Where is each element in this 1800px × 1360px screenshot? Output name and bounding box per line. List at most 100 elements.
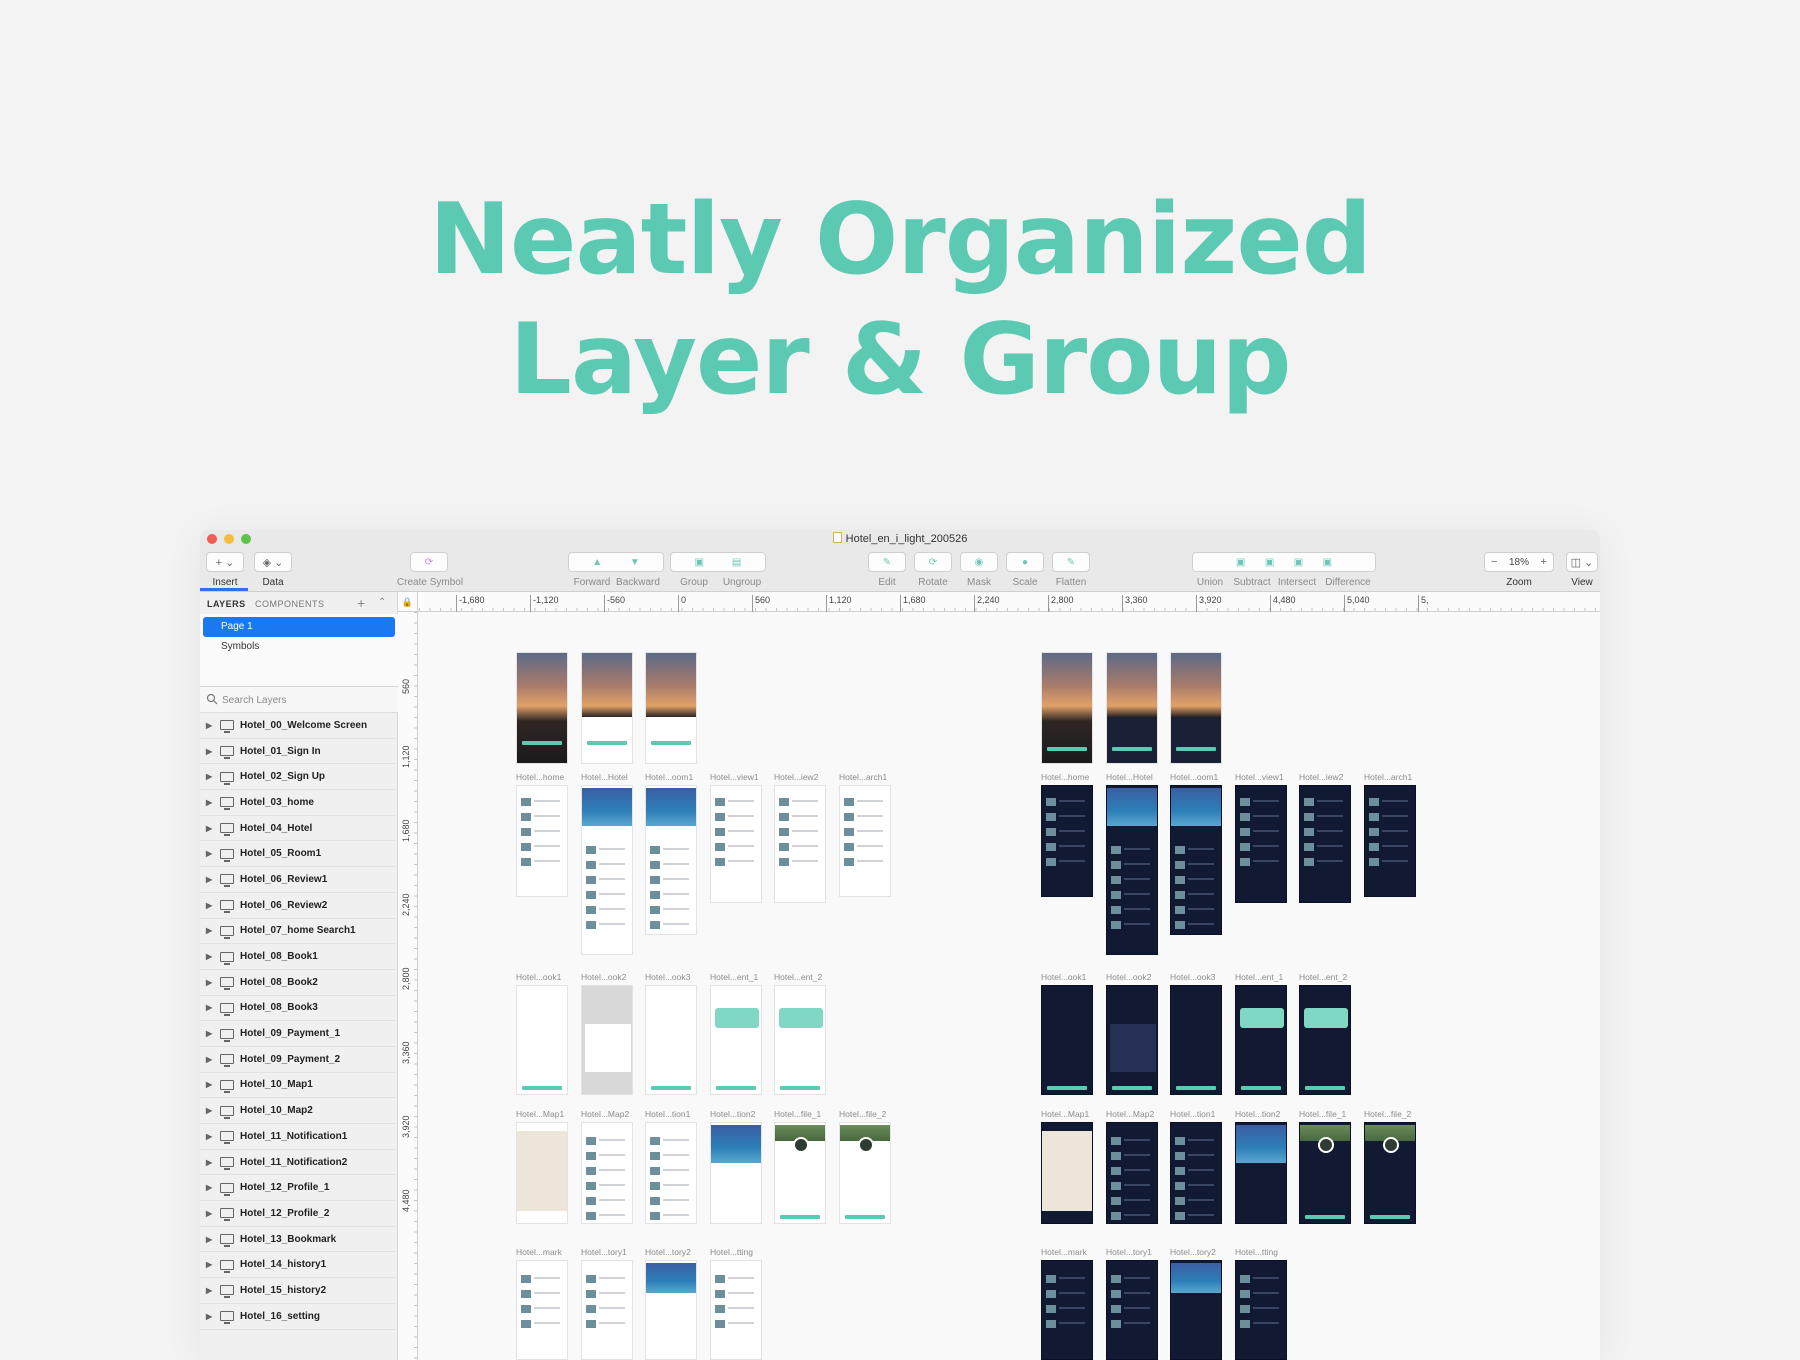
artboard-thumbnail[interactable] bbox=[774, 785, 826, 903]
layer-row[interactable]: ▶ Hotel_09_Payment_2 bbox=[200, 1047, 398, 1073]
layer-row[interactable]: ▶ Hotel_02_Sign Up bbox=[200, 764, 398, 791]
edit-button[interactable]: ✎ bbox=[868, 552, 906, 572]
artboard-thumbnail[interactable] bbox=[1235, 1260, 1287, 1360]
artboard-label[interactable]: Hotel...ent_1 bbox=[710, 972, 758, 982]
artboard-thumbnail[interactable] bbox=[774, 985, 826, 1095]
horizontal-ruler[interactable]: -1,680 -1,120 -560 0 560 1,120 1,680 2,240 2,800… bbox=[398, 592, 1600, 612]
artboard-thumbnail[interactable] bbox=[581, 985, 633, 1095]
data-button[interactable]: ◈ ⌄ bbox=[254, 552, 292, 572]
artboard-thumbnail[interactable] bbox=[710, 985, 762, 1095]
disclosure-triangle-icon[interactable]: ▶ bbox=[206, 1235, 220, 1244]
layer-row[interactable]: ▶ Hotel_08_Book3 bbox=[200, 996, 398, 1022]
artboard-label[interactable]: Hotel...ent_2 bbox=[774, 972, 822, 982]
artboard-label[interactable]: Hotel...tion2 bbox=[710, 1109, 755, 1119]
page-item-page-1[interactable]: Page 1 bbox=[203, 617, 395, 637]
disclosure-triangle-icon[interactable]: ▶ bbox=[206, 875, 220, 884]
layer-row[interactable]: ▶ Hotel_06_Review2 bbox=[200, 893, 398, 919]
artboard-label[interactable]: Hotel...arch1 bbox=[839, 772, 887, 782]
scale-button[interactable]: ● bbox=[1006, 552, 1044, 572]
artboard-label[interactable]: Hotel...Map1 bbox=[1041, 1109, 1089, 1119]
disclosure-triangle-icon[interactable]: ▶ bbox=[206, 849, 220, 858]
artboard-label[interactable]: Hotel...ook2 bbox=[581, 972, 626, 982]
disclosure-triangle-icon[interactable]: ▶ bbox=[206, 1312, 220, 1321]
artboard-label[interactable]: Hotel...oom1 bbox=[1170, 772, 1218, 782]
lock-icon[interactable]: 🔒 bbox=[398, 592, 418, 612]
artboard-label[interactable]: Hotel...ook3 bbox=[1170, 972, 1215, 982]
artboard-thumbnail[interactable] bbox=[581, 785, 633, 955]
insert-button[interactable]: + ⌄ bbox=[206, 552, 244, 572]
disclosure-triangle-icon[interactable]: ▶ bbox=[206, 1080, 220, 1089]
artboard-thumbnail[interactable] bbox=[516, 1122, 568, 1224]
artboard-thumbnail[interactable] bbox=[645, 985, 697, 1095]
artboard-thumbnail[interactable] bbox=[581, 1260, 633, 1360]
artboard-label[interactable]: Hotel...Map2 bbox=[1106, 1109, 1154, 1119]
layer-row[interactable]: ▶ Hotel_11_Notification1 bbox=[200, 1124, 398, 1150]
disclosure-triangle-icon[interactable]: ▶ bbox=[206, 1003, 220, 1012]
artboard-thumbnail[interactable] bbox=[1299, 1122, 1351, 1224]
disclosure-triangle-icon[interactable]: ▶ bbox=[206, 1132, 220, 1141]
artboard-label[interactable]: Hotel...tory1 bbox=[1106, 1247, 1152, 1257]
artboard-label[interactable]: Hotel...file_1 bbox=[774, 1109, 821, 1119]
search-layers-input[interactable] bbox=[222, 691, 392, 709]
artboard-label[interactable]: Hotel...view1 bbox=[710, 772, 759, 782]
disclosure-triangle-icon[interactable]: ▶ bbox=[206, 1183, 220, 1192]
zoom-in-icon[interactable]: + bbox=[1541, 556, 1547, 568]
artboard-thumbnail[interactable] bbox=[645, 1122, 697, 1224]
artboard-thumbnail[interactable] bbox=[839, 1122, 891, 1224]
layer-row[interactable]: ▶ Hotel_07_home Search1 bbox=[200, 919, 398, 945]
artboard-label[interactable]: Hotel...Hotel bbox=[1106, 772, 1153, 782]
artboard-label[interactable]: Hotel...oom1 bbox=[645, 772, 693, 782]
artboard-thumbnail[interactable] bbox=[1106, 1260, 1158, 1360]
layer-row[interactable]: ▶ Hotel_08_Book1 bbox=[200, 944, 398, 970]
layer-row[interactable]: ▶ Hotel_03_home bbox=[200, 790, 398, 816]
zoom-out-icon[interactable]: − bbox=[1491, 556, 1497, 568]
disclosure-triangle-icon[interactable]: ▶ bbox=[206, 824, 220, 833]
artboard-thumbnail[interactable] bbox=[1364, 785, 1416, 897]
artboard-label[interactable]: Hotel...Map1 bbox=[516, 1109, 564, 1119]
view-button[interactable]: ◫ ⌄ bbox=[1566, 552, 1598, 572]
tab-components[interactable]: COMPONENTS bbox=[255, 599, 325, 609]
design-canvas[interactable]: Hotel...home Hotel...home Hotel...Hotel Hot… bbox=[418, 612, 1600, 1360]
disclosure-triangle-icon[interactable]: ▶ bbox=[206, 772, 220, 781]
artboard-label[interactable]: Hotel...ent_1 bbox=[1235, 972, 1283, 982]
disclosure-triangle-icon[interactable]: ▶ bbox=[206, 747, 220, 756]
artboard-label[interactable]: Hotel...ook1 bbox=[1041, 972, 1086, 982]
artboard-thumbnail[interactable] bbox=[710, 1260, 762, 1360]
artboard-thumbnail[interactable] bbox=[1170, 652, 1222, 764]
layer-row[interactable]: ▶ Hotel_13_Bookmark bbox=[200, 1227, 398, 1253]
artboard-label[interactable]: Hotel...tory2 bbox=[645, 1247, 691, 1257]
artboard-thumbnail[interactable] bbox=[516, 985, 568, 1095]
layer-row[interactable]: ▶ Hotel_10_Map1 bbox=[200, 1073, 398, 1099]
artboard-thumbnail[interactable] bbox=[1235, 785, 1287, 903]
layer-row[interactable]: ▶ Hotel_08_Book2 bbox=[200, 970, 398, 996]
artboard-label[interactable]: Hotel...ook1 bbox=[516, 972, 561, 982]
artboard-thumbnail[interactable] bbox=[1170, 985, 1222, 1095]
artboard-label[interactable]: Hotel...iew2 bbox=[774, 772, 818, 782]
layer-row[interactable]: ▶ Hotel_15_history2 bbox=[200, 1278, 398, 1304]
artboard-label[interactable]: Hotel...tion1 bbox=[645, 1109, 690, 1119]
artboard-thumbnail[interactable] bbox=[1299, 785, 1351, 903]
disclosure-triangle-icon[interactable]: ▶ bbox=[206, 901, 220, 910]
rotate-button[interactable]: ⟳ bbox=[914, 552, 952, 572]
artboard-thumbnail[interactable] bbox=[710, 785, 762, 903]
disclosure-triangle-icon[interactable]: ▶ bbox=[206, 1106, 220, 1115]
disclosure-triangle-icon[interactable]: ▶ bbox=[206, 1055, 220, 1064]
artboard-thumbnail[interactable] bbox=[1170, 1122, 1222, 1224]
forward-backward-buttons[interactable]: ▲ ▼ bbox=[568, 552, 664, 572]
artboard-thumbnail[interactable] bbox=[516, 652, 568, 764]
artboard-thumbnail[interactable] bbox=[516, 785, 568, 897]
disclosure-triangle-icon[interactable]: ▶ bbox=[206, 926, 220, 935]
artboard-label[interactable]: Hotel...tting bbox=[710, 1247, 753, 1257]
layer-row[interactable]: ▶ Hotel_14_history1 bbox=[200, 1252, 398, 1279]
disclosure-triangle-icon[interactable]: ▶ bbox=[206, 798, 220, 807]
artboard-label[interactable]: Hotel...Map2 bbox=[581, 1109, 629, 1119]
disclosure-triangle-icon[interactable]: ▶ bbox=[206, 952, 220, 961]
disclosure-triangle-icon[interactable]: ▶ bbox=[206, 1260, 220, 1269]
artboard-label[interactable]: Hotel...mark bbox=[1041, 1247, 1087, 1257]
artboard-thumbnail[interactable] bbox=[1106, 785, 1158, 955]
group-ungroup-buttons[interactable]: ▣ ▤ bbox=[670, 552, 766, 572]
artboard-label[interactable]: Hotel...ook3 bbox=[645, 972, 690, 982]
artboard-label[interactable]: Hotel...Hotel bbox=[581, 772, 628, 782]
layer-row[interactable]: ▶ Hotel_12_Profile_2 bbox=[200, 1201, 398, 1227]
artboard-thumbnail[interactable] bbox=[1041, 985, 1093, 1095]
